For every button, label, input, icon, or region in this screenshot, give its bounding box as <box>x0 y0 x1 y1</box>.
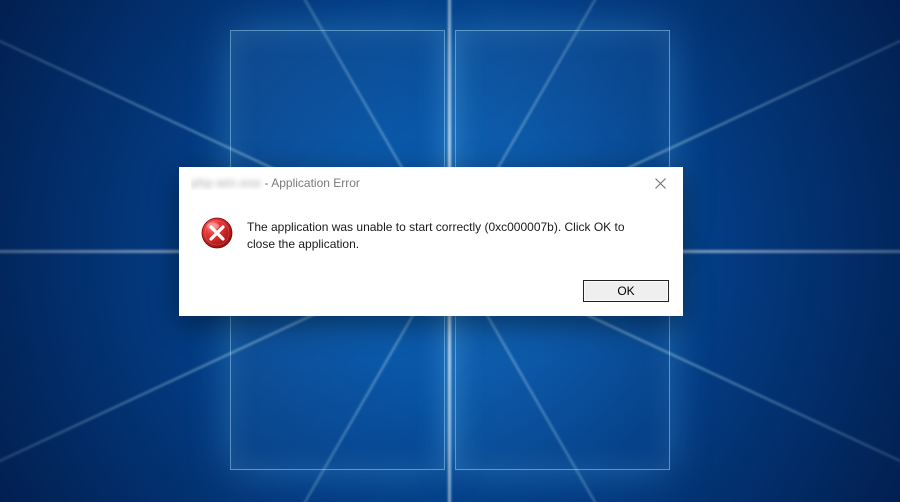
dialog-titlebar[interactable]: php-win.exe - Application Error <box>179 167 683 199</box>
dialog-title: php-win.exe - Application Error <box>191 176 360 190</box>
close-button[interactable] <box>637 167 683 199</box>
dialog-title-suffix: - Application Error <box>261 176 360 190</box>
close-icon <box>655 178 666 189</box>
dialog-button-row: OK <box>179 272 683 316</box>
error-icon <box>201 217 233 249</box>
ok-button[interactable]: OK <box>583 280 669 302</box>
dialog-body: The application was unable to start corr… <box>179 199 683 272</box>
dialog-title-appname-redacted: php-win.exe <box>191 176 261 190</box>
error-dialog: php-win.exe - Application Error <box>179 167 683 316</box>
dialog-message: The application was unable to start corr… <box>247 217 647 254</box>
